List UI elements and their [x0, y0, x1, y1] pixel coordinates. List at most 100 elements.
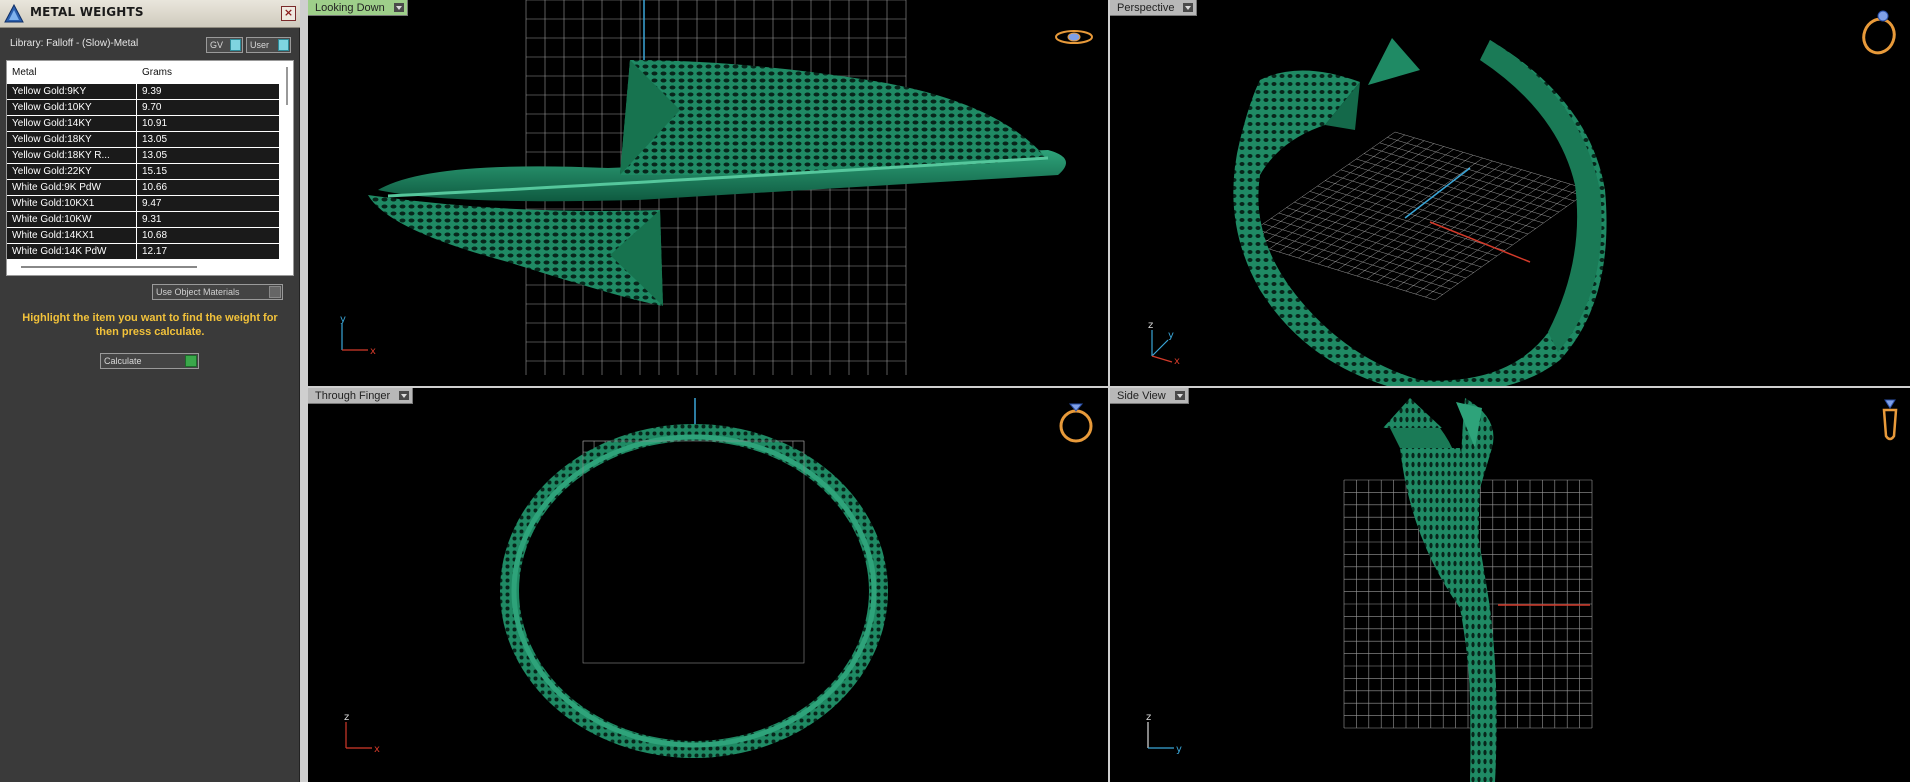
column-divider	[136, 116, 137, 132]
close-icon[interactable]: ×	[281, 6, 296, 21]
metal-name-cell: Yellow Gold:9KY	[12, 86, 87, 97]
gv-toggle-label: GV	[210, 40, 224, 50]
chevron-down-icon	[1183, 3, 1194, 12]
axis-label-b: x	[370, 346, 376, 357]
table-body: Yellow Gold:9KY 9.39 Yellow Gold:10KY 9.70 Y…	[7, 84, 279, 260]
viewport-label: Looking Down	[315, 2, 385, 14]
table-row[interactable]: Yellow Gold:22KY 15.15	[7, 164, 279, 180]
library-label: Library: Falloff - (Slow)-Metal	[10, 38, 139, 49]
gv-toggle[interactable]: GV	[206, 37, 243, 53]
column-header-metal[interactable]: Metal	[12, 67, 36, 78]
panel-title: METAL WEIGHTS	[30, 5, 144, 19]
metal-name-cell: Yellow Gold:22KY	[12, 166, 92, 177]
metal-name-cell: White Gold:14K PdW	[12, 246, 107, 257]
dropdown-icon	[269, 286, 281, 298]
table-row[interactable]: Yellow Gold:10KY 9.70	[7, 100, 279, 116]
viewport-label: Perspective	[1117, 2, 1175, 14]
viewport-looking-down[interactable]: y x Looking Down	[308, 0, 1108, 386]
grid	[1239, 131, 1591, 301]
metal-name-cell: White Gold:9K PdW	[12, 182, 101, 193]
viewport-side-view[interactable]: z y Side View	[1110, 388, 1910, 782]
chevron-down-icon	[399, 391, 410, 400]
viewport-scene: z y	[1146, 398, 1593, 782]
axis-gizmo	[341, 324, 368, 351]
axis-label-a: z	[1148, 320, 1153, 331]
table-row[interactable]: Yellow Gold:18KY 13.05	[7, 132, 279, 148]
table-row[interactable]: White Gold:14KX1 10.68	[7, 228, 279, 244]
toggle-switch-icon	[230, 39, 241, 51]
metal-name-cell: Yellow Gold:10KY	[12, 102, 92, 113]
ring-top-icon[interactable]	[1054, 26, 1094, 48]
viewport-label-dropdown[interactable]: Looking Down	[308, 0, 408, 16]
axis-label-b: x	[374, 744, 380, 755]
metal-name-cell: Yellow Gold:14KY	[12, 118, 92, 129]
table-row[interactable]: White Gold:10KX1 9.47	[7, 196, 279, 212]
calculate-label: Calculate	[104, 356, 142, 366]
viewport-label: Side View	[1117, 390, 1166, 402]
table-row[interactable]: White Gold:14K PdW 12.17	[7, 244, 279, 260]
column-divider	[136, 228, 137, 244]
grams-cell: 9.47	[142, 198, 162, 209]
play-icon	[185, 355, 197, 367]
column-divider	[136, 164, 137, 180]
grams-cell: 12.17	[142, 246, 168, 257]
table-row[interactable]: Yellow Gold:18KY R... 13.05	[7, 148, 279, 164]
ring-perspective-icon[interactable]	[1858, 8, 1900, 56]
axis-label-b: y	[1176, 744, 1182, 755]
vertical-scrollbar[interactable]	[283, 61, 293, 261]
metal-name-cell: Yellow Gold:18KY R...	[12, 150, 110, 161]
axis-label-c: x	[1174, 356, 1180, 367]
bangle-model	[368, 60, 1066, 306]
column-divider	[136, 180, 137, 196]
bangle-model	[500, 424, 888, 758]
scrollbar-thumb[interactable]	[286, 67, 288, 105]
viewport-perspective[interactable]: z y x Perspective	[1110, 0, 1910, 386]
axis-label-b: y	[1168, 330, 1174, 341]
user-toggle-label: User	[250, 40, 270, 50]
column-header-grams[interactable]: Grams	[142, 67, 172, 78]
column-divider	[136, 132, 137, 148]
grams-cell: 10.66	[142, 182, 168, 193]
column-divider	[136, 212, 137, 228]
viewport-through-finger[interactable]: z x Through Finger	[308, 388, 1108, 782]
axis-label-a: y	[340, 314, 346, 325]
ring-front-icon[interactable]	[1056, 398, 1096, 444]
grams-cell: 9.39	[142, 86, 162, 97]
metal-name-cell: White Gold:10KW	[12, 214, 92, 225]
matrix-logo-icon	[4, 3, 24, 23]
use-object-materials-select[interactable]: Use Object Materials	[152, 284, 283, 300]
user-toggle[interactable]: User	[246, 37, 291, 53]
viewport-area: y x Looking Down z y x Perspective z x T…	[300, 0, 1910, 782]
viewport-label-dropdown[interactable]: Side View	[1110, 388, 1189, 404]
table-header: Metal Grams	[7, 61, 282, 83]
viewport-label-dropdown[interactable]: Perspective	[1110, 0, 1198, 16]
axis-label-a: z	[1146, 712, 1151, 723]
horizontal-scrollbar[interactable]	[21, 266, 197, 268]
grams-cell: 10.91	[142, 118, 168, 129]
chevron-down-icon	[1174, 391, 1185, 400]
bangle-model	[1383, 398, 1497, 782]
grams-cell: 10.68	[142, 230, 168, 241]
axis-gizmo	[345, 722, 372, 749]
table-row[interactable]: Yellow Gold:14KY 10.91	[7, 116, 279, 132]
table-row[interactable]: White Gold:9K PdW 10.66	[7, 180, 279, 196]
table-row[interactable]: White Gold:10KW 9.31	[7, 212, 279, 228]
column-divider	[136, 196, 137, 212]
metal-name-cell: White Gold:14KX1	[12, 230, 95, 241]
grams-cell: 9.31	[142, 214, 162, 225]
ring-side-icon[interactable]	[1878, 396, 1902, 446]
instruction-text: Highlight the item you want to find the …	[22, 312, 278, 338]
viewport-scene: y x	[340, 0, 1066, 375]
table-row[interactable]: Yellow Gold:9KY 9.39	[7, 84, 279, 100]
viewport-scene: z x	[344, 398, 888, 758]
grams-cell: 13.05	[142, 134, 168, 145]
calculate-button[interactable]: Calculate	[100, 353, 199, 369]
grams-cell: 15.15	[142, 166, 168, 177]
column-divider	[136, 84, 137, 100]
toggle-switch-icon	[278, 39, 289, 51]
use-object-materials-label: Use Object Materials	[156, 287, 240, 297]
matrix-app: METAL WEIGHTS × Library: Falloff - (Slow…	[0, 0, 1910, 782]
metal-name-cell: White Gold:10KX1	[12, 198, 95, 209]
panel-header: METAL WEIGHTS ×	[0, 0, 300, 28]
viewport-label-dropdown[interactable]: Through Finger	[308, 388, 414, 404]
